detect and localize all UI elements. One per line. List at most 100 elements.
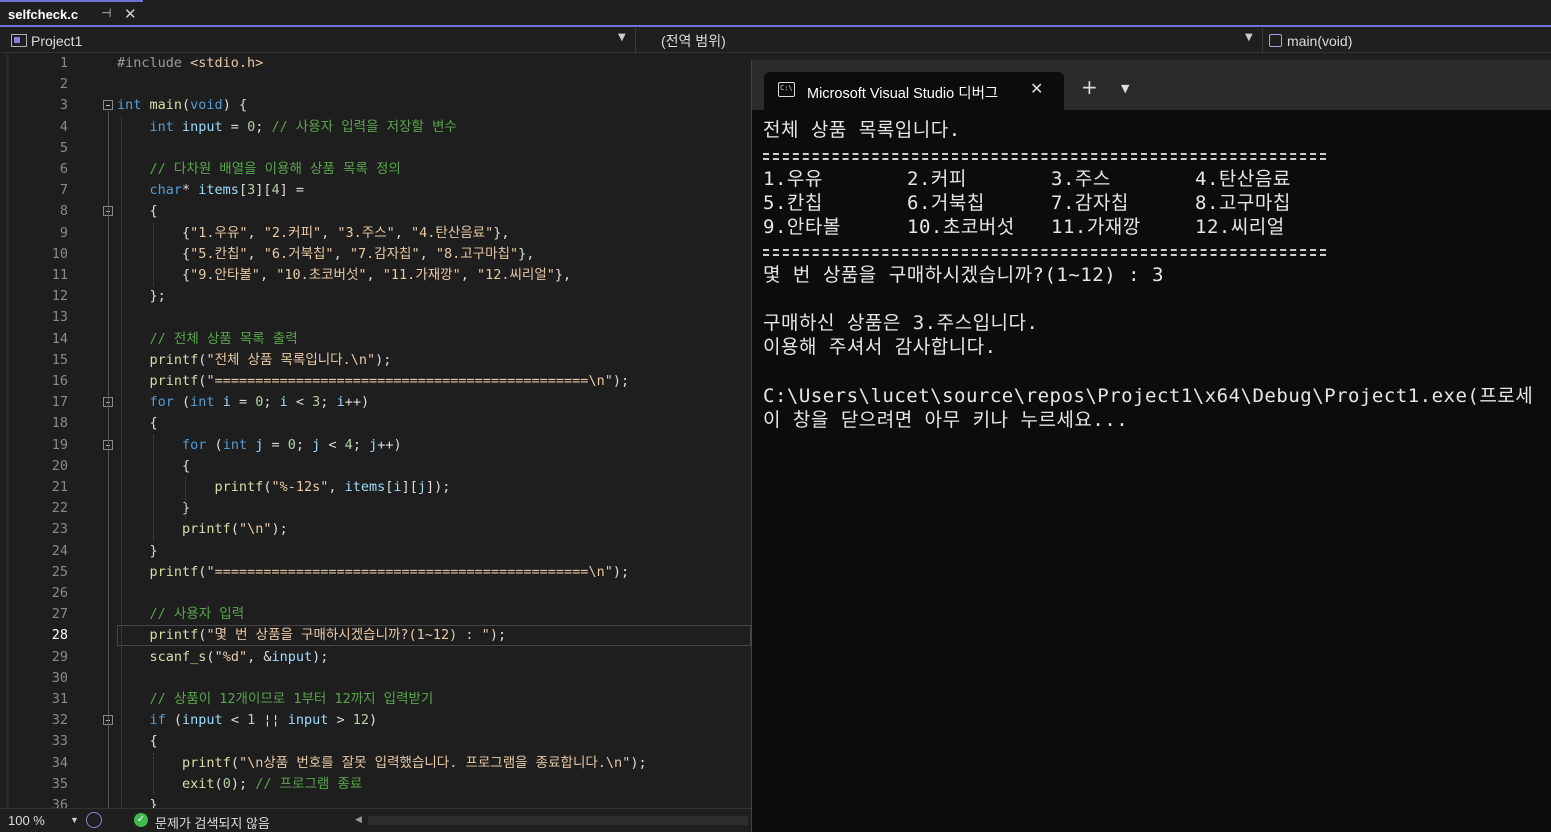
line-number: 11 xyxy=(51,267,68,283)
code-token: }, xyxy=(554,267,572,283)
code-line[interactable]: 36 } xyxy=(0,795,751,808)
item-cell: 6.거북칩 xyxy=(907,192,985,214)
code-token: }, xyxy=(518,245,535,262)
code-line[interactable]: 7 char* items[3][4] = xyxy=(0,180,751,201)
new-tab-button[interactable]: + xyxy=(1081,77,1098,97)
code-token: scanf_s xyxy=(149,648,207,665)
code-token: , xyxy=(328,479,345,495)
code-line[interactable]: 22 } xyxy=(0,498,751,519)
chevron-down-icon[interactable]: ▼ xyxy=(70,815,79,825)
code-line[interactable]: 25 printf("=============================… xyxy=(0,562,751,583)
code-line[interactable]: 15 printf("전체 상품 목록입니다.\n"); xyxy=(0,350,751,371)
line-number: 24 xyxy=(51,542,68,559)
code-token: "9.안타볼" xyxy=(190,267,260,283)
tab-selfcheck-c[interactable]: selfcheck.c ⊣ ✕ xyxy=(0,0,143,27)
code-line[interactable]: 19 for (int j = 0; j < 4; j++) xyxy=(0,435,751,456)
collapse-icon[interactable] xyxy=(103,100,113,111)
chevron-down-icon[interactable]: ▼ xyxy=(1121,82,1129,95)
zoom-level[interactable]: 100 % xyxy=(8,813,45,828)
code-line[interactable]: 28 printf("몇 번 상품을 구매하시겠습니까?(1~12) : "); xyxy=(0,625,751,647)
code-token: // 프로그램 종료 xyxy=(255,775,363,792)
code-line[interactable]: 21 printf("%-12s", items[i][j]); xyxy=(0,477,751,498)
code-line[interactable]: 24 } xyxy=(0,541,751,562)
line-number: 10 xyxy=(51,245,68,262)
console-tab[interactable]: C:\ Microsoft Visual Studio 디버그 ✕ xyxy=(764,72,1064,110)
code-line[interactable]: 26 xyxy=(0,583,751,604)
code-text: }; xyxy=(117,286,166,307)
code-line[interactable]: 2 xyxy=(0,74,751,95)
code-line[interactable]: 31 // 상품이 12개이므로 1부터 12까지 입력받기 xyxy=(0,689,751,710)
code-line[interactable]: 27 // 사용자 입력 xyxy=(0,604,751,625)
code-token: "2.커피" xyxy=(263,224,322,241)
line-number: 18 xyxy=(51,415,68,432)
code-token: { xyxy=(117,733,158,750)
code-token: , xyxy=(247,224,264,241)
code-token: "몇 번 상품을 구매하시겠습니까?(1~12) : " xyxy=(206,627,490,644)
member-label: main(void) xyxy=(1287,32,1353,49)
code-line[interactable]: 11 {"9.안타볼", "10.초코버섯", "11.가재깡", "12.씨리… xyxy=(0,265,751,286)
close-icon[interactable]: ✕ xyxy=(124,5,137,23)
code-token: , xyxy=(247,245,264,262)
code-line[interactable]: 16 printf("=============================… xyxy=(0,371,751,392)
code-line[interactable]: 30 xyxy=(0,668,751,689)
code-line[interactable]: 9 {"1.우유", "2.커피", "3.주스", "4.탄산음료"}, xyxy=(0,223,751,244)
code-token: ++) xyxy=(344,394,370,411)
code-line[interactable]: 4 int input = 0; // 사용자 입력을 저장할 변수 xyxy=(0,117,751,138)
console-output[interactable]: 전체 상품 목록입니다. 1.우유 2.커피 3.주스 4.탄산음료 5.칸칩 … xyxy=(763,118,1551,832)
indent-guide xyxy=(153,752,154,795)
console-row-2: 5.칸칩 6.거북칩 7.감자칩 8.고구마칩 xyxy=(763,191,1290,215)
code-line[interactable]: 29 scanf_s("%d", &input); xyxy=(0,647,751,668)
code-text: } xyxy=(117,541,158,562)
code-line[interactable]: 14 // 전체 상품 목록 출력 xyxy=(0,329,751,350)
code-line[interactable]: 34 printf("\n상품 번호를 잘못 입력했습니다. 프로그램을 종료합… xyxy=(0,753,751,774)
code-line[interactable]: 10 {"5.칸칩", "6.거북칩", "7.감자칩", "8.고구마칩"}, xyxy=(0,244,751,265)
code-token: \n xyxy=(247,754,264,771)
chevron-down-icon[interactable]: ▼ xyxy=(618,32,626,43)
code-line[interactable]: 23 printf("\n"); xyxy=(0,519,751,540)
code-text: char* items[3][4] = xyxy=(117,180,305,201)
code-editor[interactable]: 1 #include <stdio.h> 2 3 int main(void) {4 i… xyxy=(0,54,751,808)
console-row-3: 9.안타볼 10.초코버섯 11.가재깡 12.씨리얼 xyxy=(763,215,1284,239)
code-line[interactable]: 35 exit(0); // 프로그램 종료 xyxy=(0,774,751,795)
code-line[interactable]: 3 int main(void) { xyxy=(0,95,751,116)
scope-dropdown[interactable]: (전역 범위) xyxy=(661,30,1251,51)
code-line[interactable]: 20 { xyxy=(0,456,751,477)
code-line[interactable]: 13 xyxy=(0,307,751,328)
code-token: > xyxy=(328,712,353,729)
horizontal-scrollbar[interactable] xyxy=(368,816,748,825)
indent-guide xyxy=(153,222,154,287)
issues-status[interactable]: 문제가 검색되지 않음 xyxy=(155,813,270,832)
code-token: , xyxy=(333,245,350,262)
code-line[interactable]: 8 { xyxy=(0,201,751,222)
code-text: {"1.우유", "2.커피", "3.주스", "4.탄산음료"}, xyxy=(117,223,509,244)
member-dropdown[interactable]: main(void) xyxy=(1269,30,1549,51)
scroll-left-icon[interactable]: ◀ xyxy=(355,814,362,825)
code-line[interactable]: 1 #include <stdio.h> xyxy=(0,54,751,74)
terminal-icon: C:\ xyxy=(778,82,795,97)
pin-icon[interactable]: ⊣ xyxy=(101,6,111,20)
code-line[interactable]: 6 // 다차원 배열을 이용해 상품 목록 정의 xyxy=(0,159,751,180)
line-number: 4 xyxy=(59,118,68,135)
code-line[interactable]: 32 if (input < 1 ¦¦ input > 12) xyxy=(0,710,751,731)
code-line[interactable]: 12 }; xyxy=(0,286,751,307)
line-number: 2 xyxy=(59,76,68,93)
console-thanks-line: 이용해 주셔서 감사합니다. xyxy=(763,336,997,358)
code-line[interactable]: 33 { xyxy=(0,731,751,752)
code-token: = xyxy=(263,436,288,453)
item-cell: 7.감자칩 xyxy=(1051,192,1129,214)
code-token: \n xyxy=(605,754,623,771)
line-number: 31 xyxy=(51,691,68,707)
chevron-down-icon[interactable]: ▼ xyxy=(1245,32,1253,43)
close-icon[interactable]: ✕ xyxy=(1030,79,1043,98)
code-health-icon[interactable] xyxy=(86,812,102,828)
code-line[interactable]: 18 { xyxy=(0,413,751,434)
project-dropdown[interactable]: Project1 xyxy=(11,30,626,51)
item-cell: 12.씨리얼 xyxy=(1195,216,1285,238)
code-line[interactable]: 5 xyxy=(0,138,751,159)
line-number: 15 xyxy=(51,351,68,368)
line-number: 6 xyxy=(59,161,68,177)
code-text: // 다차원 배열을 이용해 상품 목록 정의 xyxy=(117,159,401,180)
code-line[interactable]: 17 for (int i = 0; i < 3; i++) xyxy=(0,392,751,413)
